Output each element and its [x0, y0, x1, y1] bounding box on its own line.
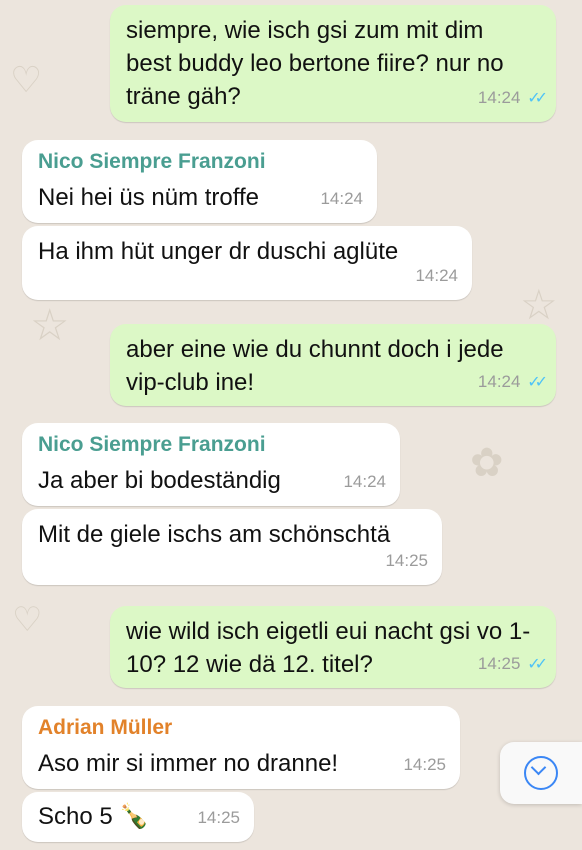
message-meta: 14:25	[385, 544, 428, 577]
message-meta: 14:24	[320, 182, 363, 215]
message-bubble-incoming[interactable]: Nico Siempre Franzoni Ja aber bi bodestä…	[22, 423, 400, 506]
sender-name[interactable]: Adrian Müller	[38, 715, 444, 741]
message-time: 14:25	[385, 551, 428, 570]
message-bubble-incoming[interactable]: Adrian Müller Aso mir si immer no dranne…	[22, 706, 460, 789]
message-time: 14:25	[477, 654, 521, 673]
message-time: 14:24	[415, 266, 458, 285]
message-meta: 14:25 ✓✓	[477, 647, 548, 680]
message-text: Nei hei üs nüm troffe	[38, 184, 260, 211]
message-meta: 14:25	[197, 801, 240, 834]
wallpaper-heart-icon: ♡	[12, 600, 43, 640]
message-meta: 14:24 ✓✓	[477, 81, 548, 114]
message-bubble-incoming[interactable]: Nico Siempre Franzoni Nei hei üs nüm tro…	[22, 140, 377, 223]
message-time: 14:25	[403, 755, 446, 774]
message-time: 14:24	[477, 372, 521, 391]
message-time: 14:24	[320, 189, 363, 208]
message-bubble-incoming[interactable]: Mit de giele ischs am schönschtä 14:25	[22, 509, 442, 585]
message-text: Ha ihm hüt unger dr duschi aglüte	[38, 238, 399, 265]
message-time: 14:25	[197, 808, 240, 827]
wallpaper-heart-icon: ♡	[10, 60, 43, 101]
wallpaper-star-icon: ☆	[520, 280, 558, 329]
message-meta: 14:24 ✓✓	[477, 365, 548, 398]
chat-view[interactable]: ☆ ♡ ✿ ☆ ♡ ♪ siempre, wie isch gsi zum mi…	[0, 0, 582, 850]
message-meta: 14:24	[343, 465, 386, 498]
wallpaper-star-icon: ☆	[30, 300, 70, 351]
read-ticks-icon: ✓✓	[527, 372, 548, 391]
message-text: Aso mir si immer no dranne!	[38, 750, 339, 777]
message-time: 14:24	[477, 88, 521, 107]
message-bubble-outgoing[interactable]: wie wild isch eigetli eui nacht gsi vo 1…	[110, 606, 556, 688]
message-text: Mit de giele ischs am schönschtä	[38, 521, 391, 548]
sender-name[interactable]: Nico Siempre Franzoni	[38, 149, 361, 175]
scroll-to-bottom-button[interactable]	[500, 742, 582, 804]
message-bubble-outgoing[interactable]: aber eine wie du chunnt doch i jede vip-…	[110, 324, 556, 406]
message-time: 14:24	[343, 472, 386, 491]
message-meta: 14:24	[415, 259, 458, 292]
message-bubble-incoming[interactable]: Scho 5 🍾 14:25	[22, 792, 254, 842]
read-ticks-icon: ✓✓	[527, 88, 548, 107]
wallpaper-flower-icon: ✿	[470, 440, 504, 486]
message-text: Ja aber bi bodeständig	[38, 467, 281, 494]
message-meta: 14:25	[403, 748, 446, 781]
message-bubble-outgoing[interactable]: siempre, wie isch gsi zum mit dim best b…	[110, 5, 556, 122]
message-bubble-incoming[interactable]: Ha ihm hüt unger dr duschi aglüte 14:24	[22, 226, 472, 300]
read-ticks-icon: ✓✓	[527, 654, 548, 673]
chevron-down-icon	[524, 756, 558, 790]
sender-name[interactable]: Nico Siempre Franzoni	[38, 432, 384, 458]
